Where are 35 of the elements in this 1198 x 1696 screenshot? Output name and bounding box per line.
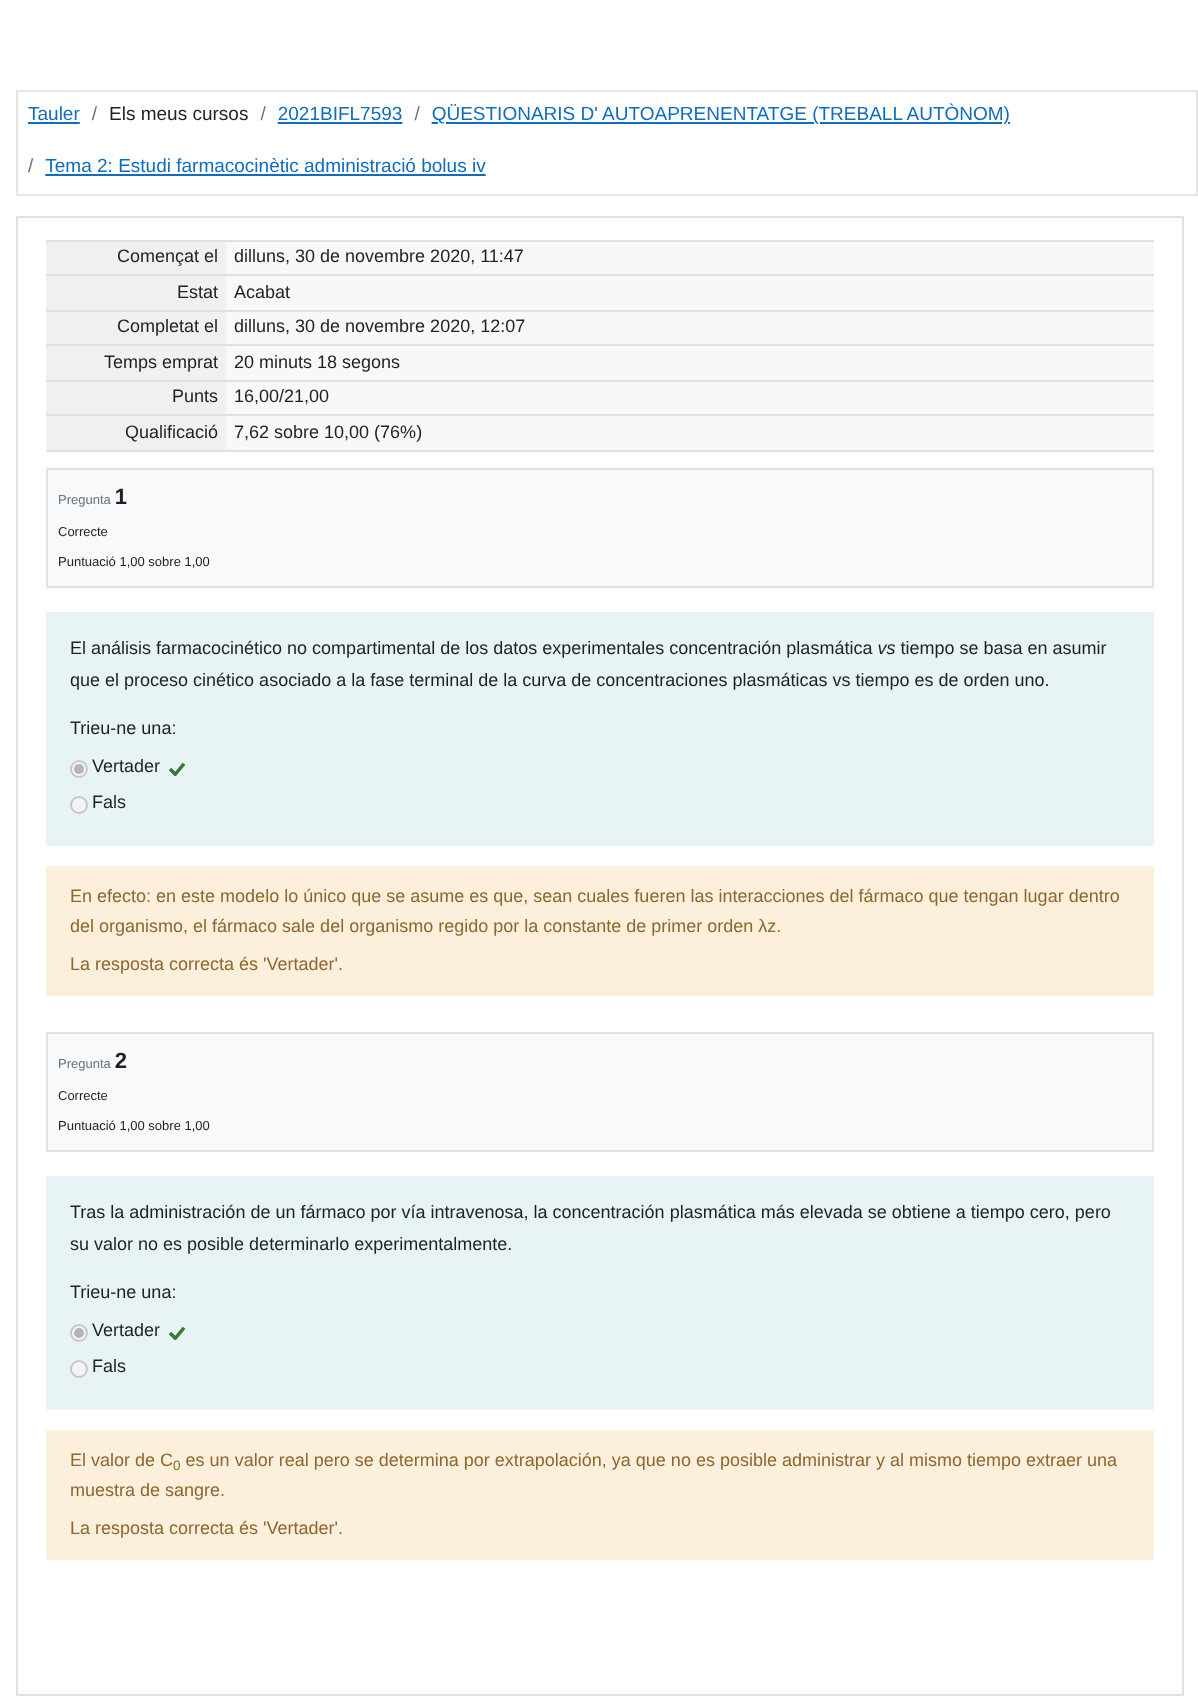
summary-label: Estat [46, 275, 226, 310]
breadcrumb-link[interactable]: QÜESTIONARIS D' AUTOAPRENENTATGE (TREBALL AUTÒNOM) [431, 102, 1010, 131]
feedback-text: El valor de C$_{0}$ es un valor real pero se determina por extrapolación, ya que no es posible administrar y al mismo tiempo extraer una muestra de sangre. [70, 1448, 1120, 1504]
prompt-text: Trieu-ne una: [70, 715, 179, 741]
breadcrumb-link[interactable]: Tauler [28, 102, 80, 131]
option-label: Vertader [92, 754, 161, 781]
summary-label: Temps emprat [46, 345, 226, 380]
breadcrumb-link[interactable]: Tema 2: Estudi farmacocinètic administració bolus iv [45, 154, 486, 183]
feedback-text: En efecto: en este modelo lo único que se asume es que, sean cuales fueren las interacciones del fármaco que tengan lugar dentro del organismo, el fármaco sale del organismo regido por la constante de primer orden λz. [70, 884, 1122, 940]
question-number: 2 [114, 1047, 128, 1077]
summary-value: Acabat [226, 275, 1154, 310]
summary-label: Qualificació [46, 415, 226, 450]
breadcrumb-separator: / [91, 102, 98, 130]
option-label: Fals [92, 1354, 127, 1381]
summary-label: Punts [46, 380, 226, 415]
question-text: El análisis farmacocinético no compartimental de los datos experimentales concentración plasmática vs tiempo se basa en asumir que el proceso cinético asociado a la fase terminal de la curva de concentraciones plasmáticas vs tiempo es de orden uno. [70, 635, 1109, 694]
correct-answer-text: La resposta correcta és 'Vertader'. [70, 1516, 346, 1542]
breadcrumb-text: Els meus cursos [109, 102, 249, 130]
summary-value: dilluns, 30 de novembre 2020, 12:07 [226, 310, 1154, 345]
summary-label: Començat el [46, 240, 226, 275]
summary-value: 20 minuts 18 segons [226, 345, 1154, 380]
summary-value: dilluns, 30 de novembre 2020, 11:47 [226, 240, 1154, 275]
breadcrumb-link[interactable]: 2021BIFL7593 [277, 102, 403, 131]
question-number: 1 [114, 483, 128, 513]
option-label: Fals [92, 790, 127, 817]
summary-value: 16,00/21,00 [226, 380, 1154, 415]
prompt-text: Trieu-ne una: [70, 1279, 179, 1305]
summary-label: Completat el [46, 310, 226, 345]
option-label: Vertader [92, 1318, 161, 1345]
breadcrumb-separator: / [260, 102, 266, 130]
breadcrumb-separator: / [28, 154, 34, 183]
breadcrumb-separator: / [414, 102, 420, 130]
question-text: Tras la administración de un fármaco por vía intravenosa, la concentración plasmática más elevada se obtiene a tiempo cero, pero su valor no es posible determinarlo experimentalmente. [70, 1199, 1113, 1258]
summary-value: 7,62 sobre 10,00 (76%) [226, 415, 1154, 450]
correct-answer-text: La resposta correcta és 'Vertader'. [70, 952, 346, 978]
